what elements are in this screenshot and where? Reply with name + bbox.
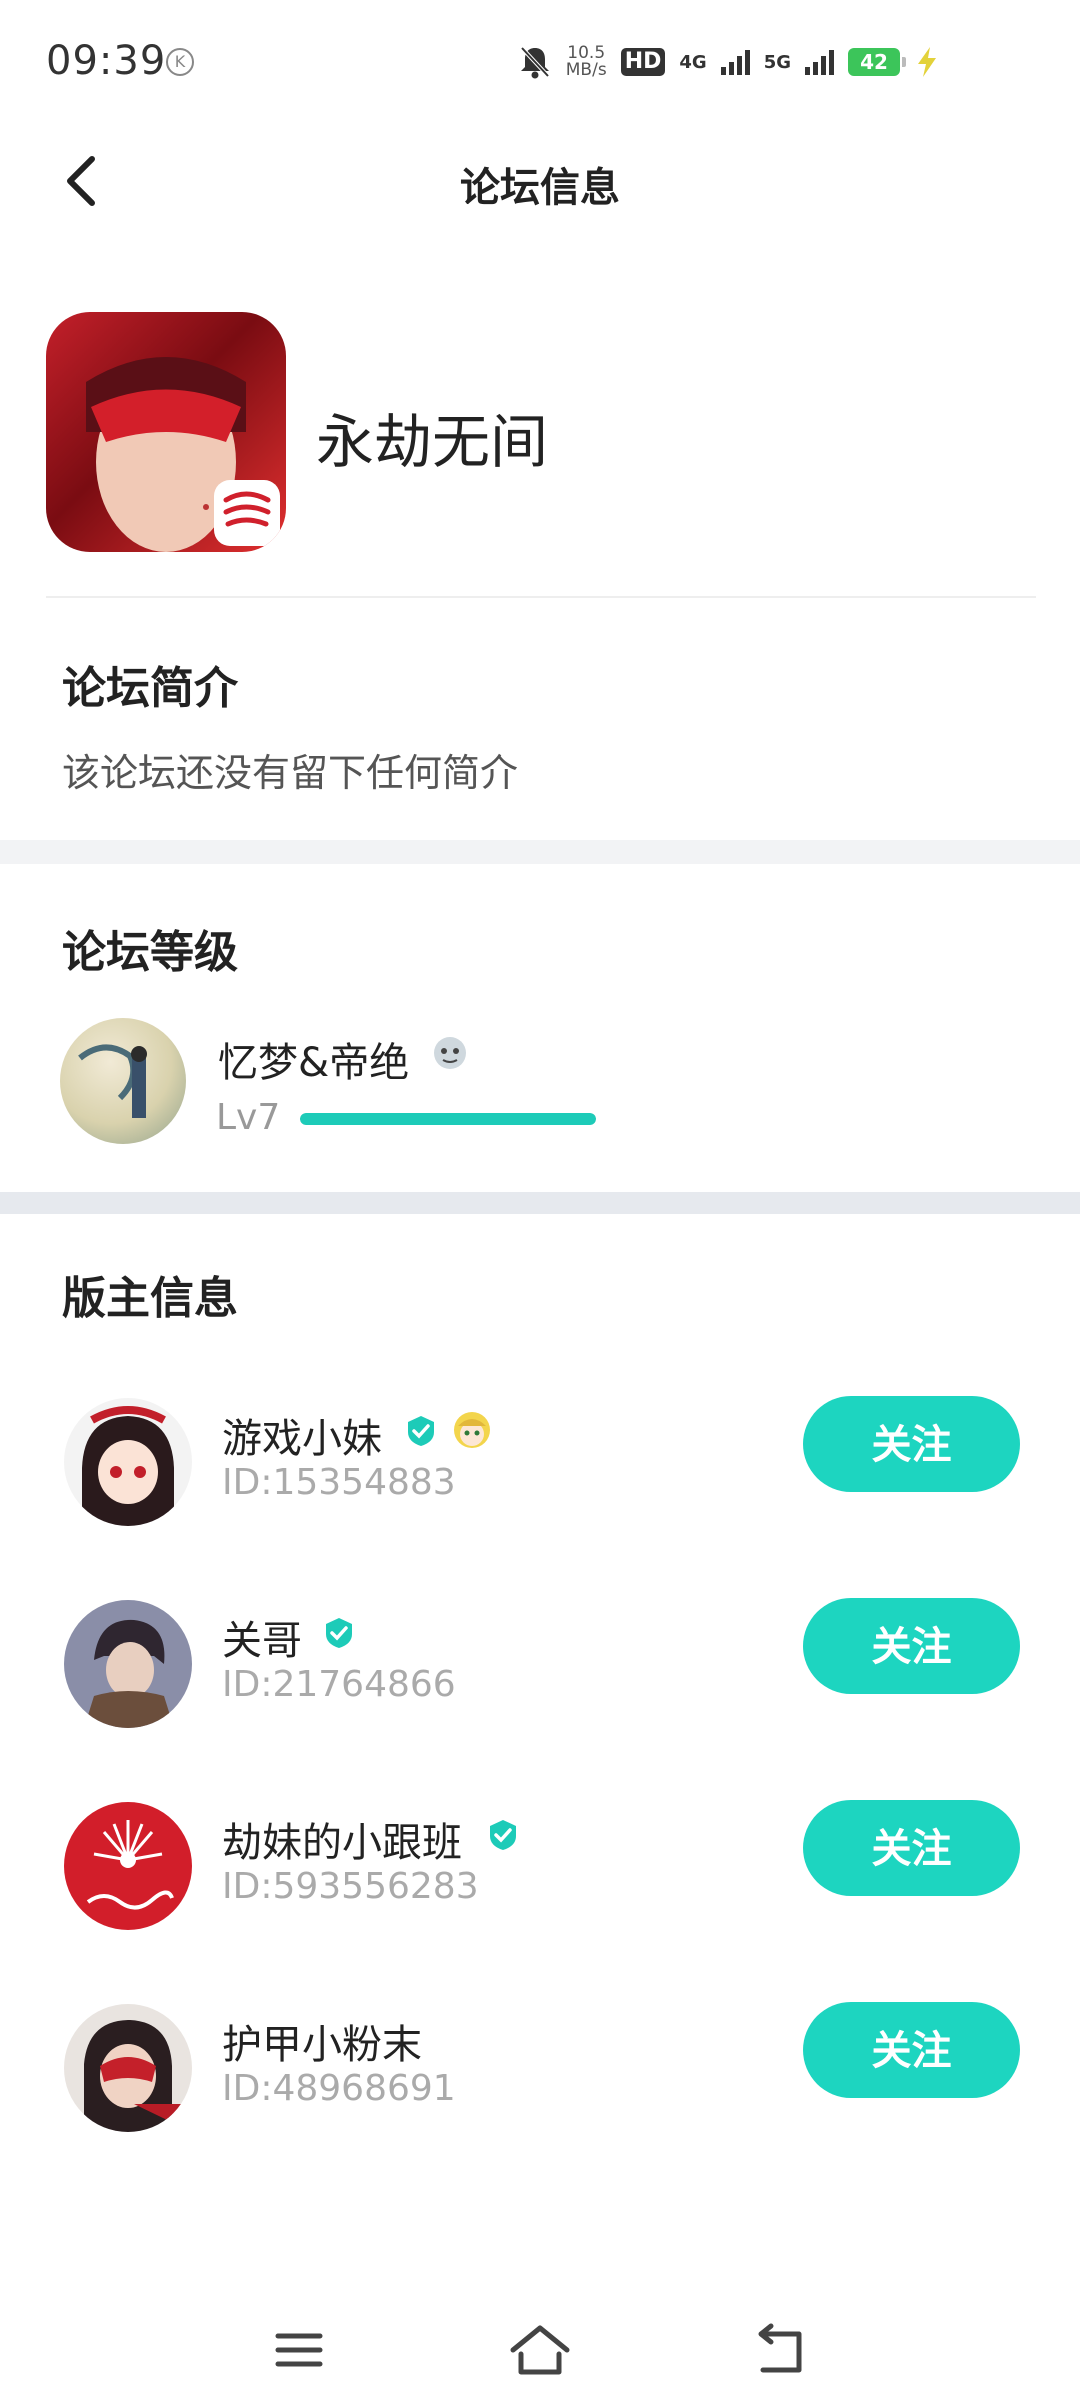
moderator-row: 劫妹的小跟班 ID:593556283 关注	[0, 1800, 1080, 1952]
avatar[interactable]	[64, 1398, 192, 1526]
pet-badge-icon	[434, 1037, 466, 1069]
moderator-row: 关哥 ID:21764866 关注	[0, 1598, 1080, 1750]
net-4g-label: 4G	[679, 51, 707, 73]
moderator-id: ID:21764866	[222, 1664, 456, 1705]
moderator-name: 关哥	[222, 1618, 302, 1664]
avatar[interactable]	[64, 2004, 192, 2132]
avatar-badge-icon	[454, 1412, 490, 1448]
moderator-id: ID:593556283	[222, 1866, 479, 1907]
follow-button[interactable]: 关注	[803, 1800, 1020, 1896]
forum-name: 永劫无间	[316, 408, 549, 476]
status-time: 09:39	[46, 38, 167, 84]
home-icon[interactable]	[505, 2320, 575, 2380]
avatar[interactable]	[60, 1018, 186, 1144]
mute-icon	[520, 46, 550, 79]
moderators-title: 版主信息	[62, 1273, 238, 1324]
moderator-name: 劫妹的小跟班	[222, 1820, 462, 1866]
hd-badge: HD	[620, 48, 666, 76]
net-speed: 10.5 MB/s	[565, 43, 607, 80]
section-separator	[0, 840, 1080, 864]
battery-icon: 42	[848, 48, 906, 76]
avatar[interactable]	[64, 1802, 192, 1930]
level-progress-fill	[300, 1113, 596, 1125]
follow-button[interactable]: 关注	[803, 1396, 1020, 1492]
follow-button[interactable]: 关注	[803, 1598, 1020, 1694]
net-5g-label: 5G	[763, 51, 791, 73]
signal-icon	[720, 49, 750, 75]
intro-text: 该论坛还没有留下任何简介	[62, 751, 519, 795]
intro-title: 论坛简介	[62, 663, 238, 714]
section-separator	[0, 1192, 1080, 1214]
moderator-id: ID:15354883	[222, 1462, 456, 1503]
app-header: 论坛信息	[0, 125, 1080, 235]
menu-icon[interactable]	[264, 2320, 334, 2380]
verified-icon	[326, 1618, 352, 1648]
level-user-name: 忆梦&帝绝	[218, 1040, 410, 1086]
level-progress-bar	[300, 1113, 596, 1125]
k-badge-icon: K	[166, 48, 194, 76]
moderator-name: 游戏小妹	[222, 1416, 382, 1462]
level-title: 论坛等级	[62, 927, 238, 978]
follow-button[interactable]: 关注	[803, 2002, 1020, 2098]
verified-icon	[408, 1416, 434, 1446]
moderator-row: 护甲小粉末 ID:48968691 关注	[0, 2002, 1080, 2154]
level-label: Lv7	[216, 1097, 281, 1138]
charging-icon	[918, 47, 936, 77]
forum-logo	[46, 312, 286, 552]
verified-icon	[490, 1820, 516, 1850]
status-bar: 09:39 K 10.5 MB/s HD 4G 5G 42	[0, 0, 1080, 125]
signal-icon	[805, 49, 834, 75]
back-icon[interactable]	[745, 2320, 815, 2380]
moderator-row: 游戏小妹 ID:15354883 关注	[0, 1396, 1080, 1548]
system-nav-bar	[0, 2300, 1080, 2408]
divider	[46, 596, 1036, 598]
moderator-name: 护甲小粉末	[222, 2022, 422, 2068]
avatar[interactable]	[64, 1600, 192, 1728]
moderator-id: ID:48968691	[222, 2068, 456, 2109]
page-title: 论坛信息	[460, 165, 620, 211]
